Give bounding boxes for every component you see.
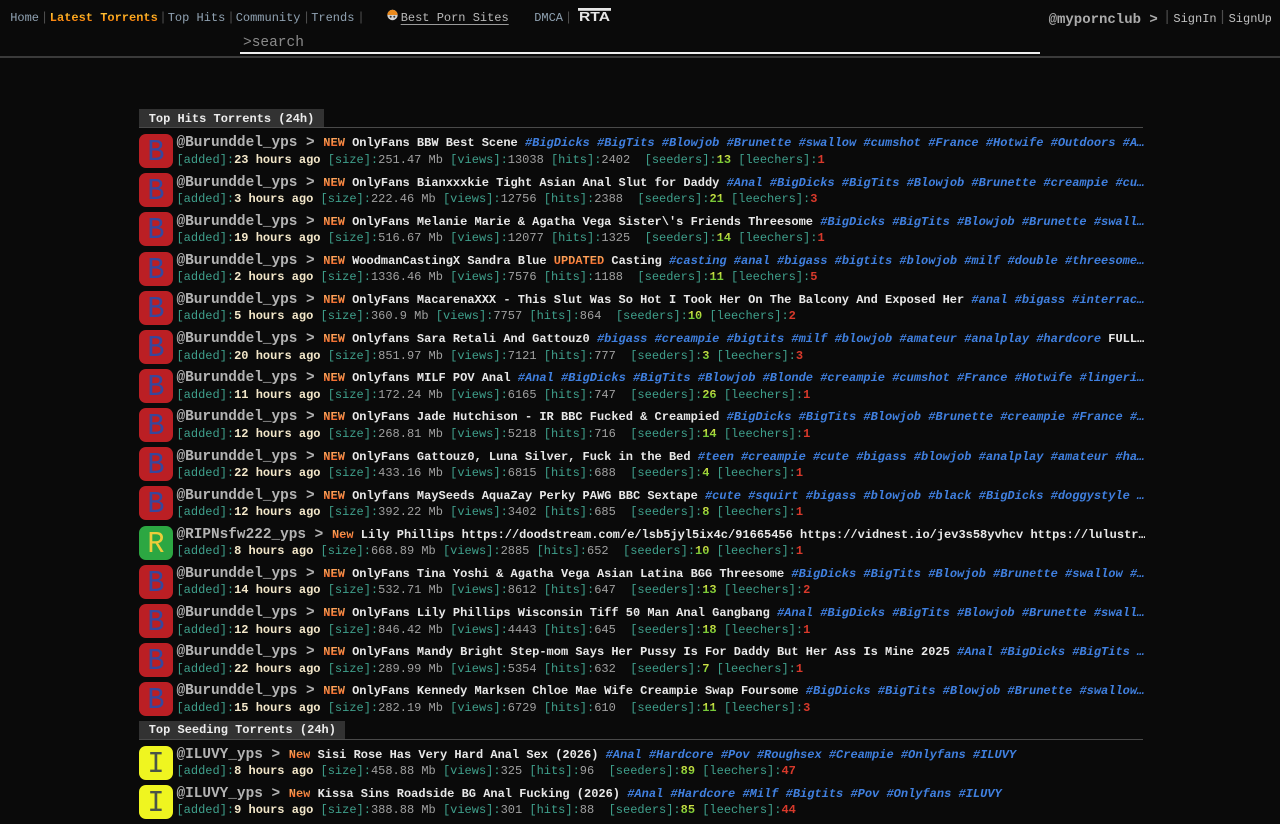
svg-text:RTA: RTA bbox=[579, 9, 611, 22]
